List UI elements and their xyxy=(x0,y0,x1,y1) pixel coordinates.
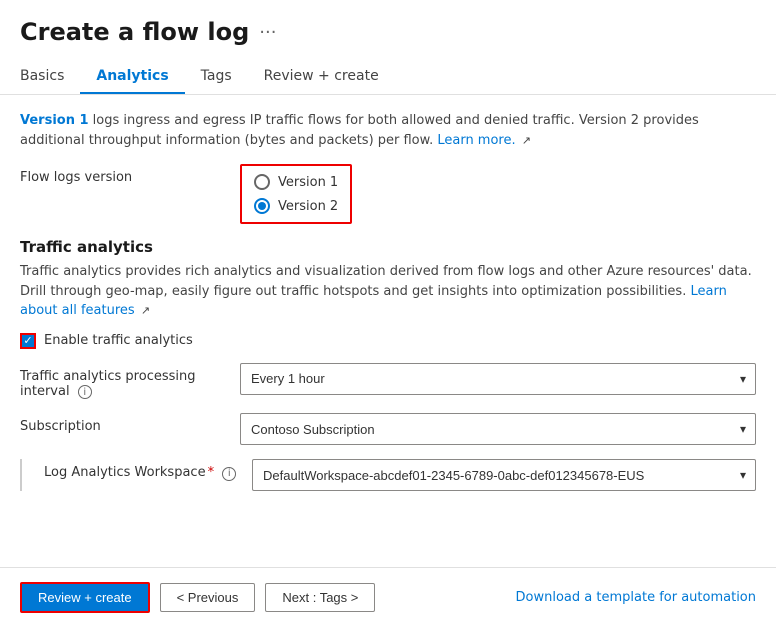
processing-interval-info-icon[interactable]: i xyxy=(78,385,92,399)
radio-version1-circle xyxy=(254,174,270,190)
version1-highlight: Version 1 xyxy=(20,113,89,128)
workspace-required-star: * xyxy=(208,465,215,480)
main-content: Version 1 logs ingress and egress IP tra… xyxy=(0,95,776,567)
radio-version2-option[interactable]: Version 2 xyxy=(254,198,338,214)
flow-logs-version-control: Version 1 Version 2 xyxy=(240,164,756,224)
subscription-select[interactable]: Contoso Subscription xyxy=(240,413,756,445)
radio-version2-circle xyxy=(254,198,270,214)
header: Create a flow log ··· Basics Analytics T… xyxy=(0,0,776,95)
radio-version1-option[interactable]: Version 1 xyxy=(254,174,338,190)
tab-tags[interactable]: Tags xyxy=(185,60,248,94)
workspace-select[interactable]: DefaultWorkspace-abcdef01-2345-6789-0abc… xyxy=(252,459,756,491)
workspace-indent-line xyxy=(20,459,40,491)
traffic-analytics-desc: Traffic analytics provides rich analytic… xyxy=(20,262,756,321)
learn-more-link[interactable]: Learn more. xyxy=(437,133,515,148)
learn-features-external-icon: ↗ xyxy=(141,303,150,320)
enable-traffic-checkbox[interactable]: ✓ xyxy=(20,333,36,349)
page-title: Create a flow log xyxy=(20,18,249,46)
footer: Review + create < Previous Next : Tags >… xyxy=(0,567,776,627)
processing-interval-row: Traffic analytics processing interval i … xyxy=(20,363,756,400)
workspace-label: Log Analytics Workspace* i xyxy=(44,459,236,481)
traffic-analytics-desc-text: Traffic analytics provides rich analytic… xyxy=(20,264,752,299)
workspace-row: Log Analytics Workspace* i DefaultWorksp… xyxy=(20,459,756,491)
subscription-control: Contoso Subscription ▾ xyxy=(240,413,756,445)
processing-interval-select[interactable]: Every 1 hour xyxy=(240,363,756,395)
tab-basics[interactable]: Basics xyxy=(20,60,80,94)
workspace-control: DefaultWorkspace-abcdef01-2345-6789-0abc… xyxy=(252,459,756,491)
version-radio-group: Version 1 Version 2 xyxy=(240,164,352,224)
processing-interval-label: Traffic analytics processing interval i xyxy=(20,363,240,400)
page-container: Create a flow log ··· Basics Analytics T… xyxy=(0,0,776,627)
subscription-label: Subscription xyxy=(20,413,240,434)
tab-analytics[interactable]: Analytics xyxy=(80,60,184,94)
radio-version2-label: Version 2 xyxy=(278,199,338,214)
tab-nav: Basics Analytics Tags Review + create xyxy=(20,60,756,94)
version-info-body: logs ingress and egress IP traffic flows… xyxy=(20,113,699,148)
workspace-info-icon[interactable]: i xyxy=(222,467,236,481)
flow-logs-version-label: Flow logs version xyxy=(20,164,240,185)
processing-interval-select-wrapper: Every 1 hour ▾ xyxy=(240,363,756,395)
version-info-text: Version 1 logs ingress and egress IP tra… xyxy=(20,111,756,150)
previous-button[interactable]: < Previous xyxy=(160,583,256,612)
checkmark-icon: ✓ xyxy=(23,335,32,346)
review-create-button[interactable]: Review + create xyxy=(20,582,150,613)
ellipsis-icon[interactable]: ··· xyxy=(259,22,276,43)
radio-version1-label: Version 1 xyxy=(278,175,338,190)
traffic-analytics-title: Traffic analytics xyxy=(20,238,756,256)
tab-review-create[interactable]: Review + create xyxy=(248,60,395,94)
subscription-select-wrapper: Contoso Subscription ▾ xyxy=(240,413,756,445)
next-button[interactable]: Next : Tags > xyxy=(265,583,375,612)
enable-traffic-label[interactable]: Enable traffic analytics xyxy=(44,333,193,348)
download-template-link[interactable]: Download a template for automation xyxy=(516,590,756,605)
enable-traffic-row: ✓ Enable traffic analytics xyxy=(20,333,756,349)
workspace-label-group: Log Analytics Workspace* i xyxy=(20,459,240,491)
workspace-select-wrapper: DefaultWorkspace-abcdef01-2345-6789-0abc… xyxy=(252,459,756,491)
title-row: Create a flow log ··· xyxy=(20,18,756,46)
learn-more-external-icon: ↗ xyxy=(522,133,531,150)
subscription-row: Subscription Contoso Subscription ▾ xyxy=(20,413,756,445)
processing-interval-control: Every 1 hour ▾ xyxy=(240,363,756,395)
flow-logs-version-row: Flow logs version Version 1 Version 2 xyxy=(20,164,756,224)
